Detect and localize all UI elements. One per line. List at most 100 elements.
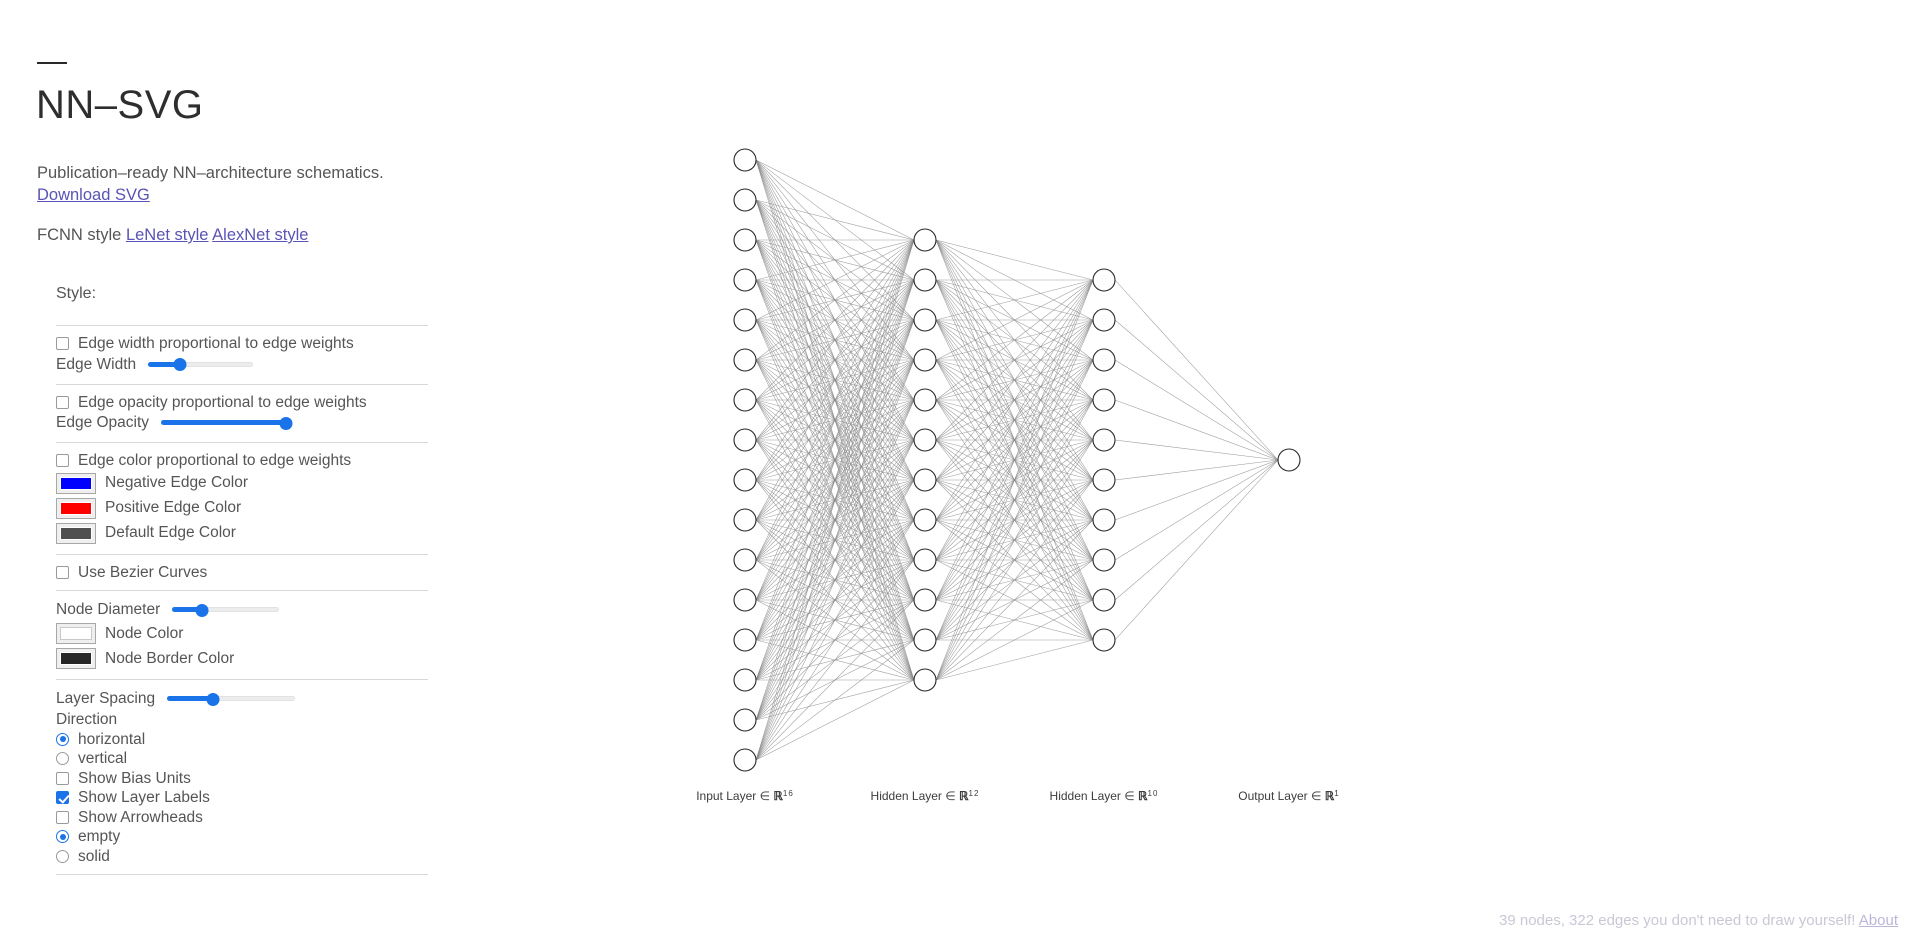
layer-spacing-slider[interactable] (167, 690, 296, 708)
network-node[interactable] (733, 228, 757, 252)
network-node[interactable] (733, 188, 757, 212)
network-node[interactable] (913, 508, 937, 532)
network-node[interactable] (913, 308, 937, 332)
edge-width-slider[interactable] (148, 356, 254, 374)
network-node[interactable] (1092, 628, 1116, 652)
show-arrowheads-row[interactable]: Show Arrowheads (56, 808, 428, 828)
network-node[interactable] (913, 588, 937, 612)
slider-knob[interactable] (279, 416, 293, 430)
download-svg-link[interactable]: Download SVG (37, 186, 150, 205)
network-node[interactable] (1092, 468, 1116, 492)
style-current-fcnn: FCNN style (37, 226, 122, 244)
network-node[interactable] (733, 428, 757, 452)
network-node[interactable] (1092, 308, 1116, 332)
direction-horizontal-radio[interactable] (56, 732, 69, 746)
network-node[interactable] (913, 228, 937, 252)
fill-solid-radio[interactable] (56, 849, 69, 863)
show-layer-labels-checkbox[interactable] (56, 791, 69, 805)
slider-knob[interactable] (206, 692, 220, 706)
network-node[interactable] (1092, 508, 1116, 532)
slider-knob[interactable] (195, 603, 209, 617)
edge (1114, 319, 1279, 461)
node-border-color-picker[interactable] (56, 648, 96, 669)
network-node[interactable] (1092, 588, 1116, 612)
network-node[interactable] (733, 148, 757, 172)
network-node[interactable] (913, 388, 937, 412)
footer-status-text: 39 nodes, 322 edges you don't need to dr… (1499, 912, 1856, 929)
show-layer-labels-row[interactable]: Show Layer Labels (56, 788, 428, 808)
network-node[interactable] (913, 548, 937, 572)
network-node[interactable] (733, 348, 757, 372)
network-node[interactable] (733, 668, 757, 692)
network-node[interactable] (733, 468, 757, 492)
default-edge-color-label: Default Edge Color (105, 524, 236, 542)
style-link-lenet[interactable]: LeNet style (126, 226, 209, 244)
about-link[interactable]: About (1859, 912, 1898, 929)
direction-vertical-radio[interactable] (56, 752, 69, 766)
edge-opacity-checkbox-row[interactable]: Edge opacity proportional to edge weight… (56, 393, 428, 413)
edge-width-proportional-checkbox[interactable] (56, 337, 69, 351)
bezier-checkbox-row[interactable]: Use Bezier Curves (56, 563, 428, 583)
network-node[interactable] (913, 668, 937, 692)
network-node[interactable] (913, 468, 937, 492)
layer-label: Hidden Layer ∈ ℝ10 (1050, 789, 1159, 804)
node-diameter-slider[interactable] (172, 601, 280, 619)
network-node[interactable] (913, 268, 937, 292)
network-node[interactable] (733, 548, 757, 572)
network-node[interactable] (733, 588, 757, 612)
edge-width-proportional-label: Edge width proportional to edge weights (78, 335, 354, 352)
node-border-color-row: Node Border Color (56, 646, 428, 671)
edges-group (755, 159, 1279, 761)
direction-horizontal-row[interactable]: horizontal (56, 730, 428, 750)
use-bezier-curves-checkbox[interactable] (56, 565, 69, 579)
layer-labels-group: Input Layer ∈ ℝ16 Hidden Layer ∈ ℝ12 Hidde… (696, 789, 1339, 804)
show-arrowheads-checkbox[interactable] (56, 810, 69, 824)
network-node[interactable] (1092, 428, 1116, 452)
network-node[interactable] (733, 308, 757, 332)
edge-width-checkbox-row[interactable]: Edge width proportional to edge weights (56, 334, 428, 354)
network-node[interactable] (733, 748, 757, 772)
network-node[interactable] (733, 708, 757, 732)
use-bezier-curves-label: Use Bezier Curves (78, 563, 208, 581)
node-color-picker[interactable] (56, 623, 96, 644)
node-diameter-label: Node Diameter (56, 601, 161, 619)
edge-opacity-slider[interactable] (161, 414, 293, 432)
network-node[interactable] (733, 628, 757, 652)
network-node[interactable] (733, 388, 757, 412)
network-svg[interactable]: Input Layer ∈ ℝ16 Hidden Layer ∈ ℝ12 Hidde… (440, 0, 1920, 941)
show-bias-units-checkbox[interactable] (56, 771, 69, 785)
network-node[interactable] (913, 628, 937, 652)
network-node[interactable] (1092, 548, 1116, 572)
default-edge-color-picker[interactable] (56, 522, 96, 544)
style-link-alexnet[interactable]: AlexNet style (212, 226, 308, 244)
edge-opacity-proportional-checkbox[interactable] (56, 395, 69, 409)
edge (1114, 439, 1279, 461)
fill-empty-row[interactable]: empty (56, 827, 428, 847)
edge-color-checkbox-row[interactable]: Edge color proportional to edge weights (56, 451, 428, 471)
section-bezier: Use Bezier Curves (56, 553, 428, 591)
slider-knob[interactable] (173, 358, 187, 371)
edge (935, 639, 1094, 681)
network-node[interactable] (913, 428, 937, 452)
network-node[interactable] (733, 268, 757, 292)
fill-empty-radio[interactable] (56, 830, 69, 844)
section-node: Node Diameter Node Color Node Border Col… (56, 590, 428, 679)
network-node[interactable] (913, 348, 937, 372)
edge-color-proportional-label: Edge color proportional to edge weights (78, 452, 352, 469)
network-node[interactable] (733, 508, 757, 532)
negative-edge-color-picker[interactable] (56, 472, 96, 494)
network-node[interactable] (1092, 268, 1116, 292)
node-color-row: Node Color (56, 621, 428, 646)
network-node[interactable] (1277, 448, 1301, 472)
edge-opacity-label: Edge Opacity (56, 414, 150, 432)
edge-color-proportional-checkbox[interactable] (56, 454, 69, 468)
edge (1114, 459, 1279, 561)
network-node[interactable] (1092, 388, 1116, 412)
positive-edge-color-picker[interactable] (56, 497, 96, 519)
network-node[interactable] (1092, 348, 1116, 372)
direction-vertical-row[interactable]: vertical (56, 749, 428, 769)
fill-solid-row[interactable]: solid (56, 847, 428, 867)
show-bias-units-row[interactable]: Show Bias Units (56, 769, 428, 789)
edge (1114, 459, 1279, 601)
style-heading: Style: (56, 285, 97, 302)
